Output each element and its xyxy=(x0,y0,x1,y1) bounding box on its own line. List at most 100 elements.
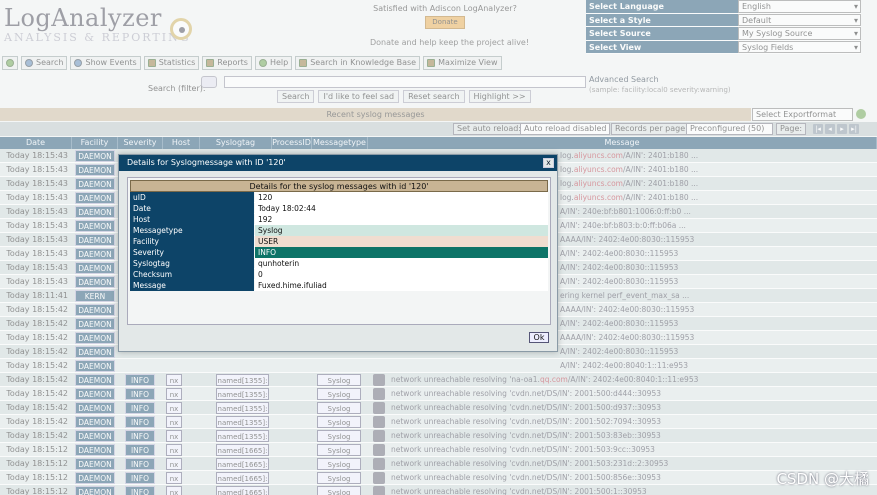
facility-badge[interactable]: DAEMON xyxy=(75,346,115,358)
export-icon[interactable] xyxy=(856,109,866,119)
row-message[interactable]: ering kernel perf_event_max_sa ... xyxy=(560,290,877,302)
source-select[interactable]: My Syslog Source xyxy=(738,27,861,40)
host-badge[interactable]: nx xyxy=(166,430,182,442)
message-details-icon[interactable] xyxy=(373,430,385,442)
style-select[interactable]: Default xyxy=(738,13,861,26)
facility-badge[interactable]: DAEMON xyxy=(75,360,115,372)
first-page-icon[interactable]: |◂ xyxy=(813,124,823,134)
facility-badge[interactable]: DAEMON xyxy=(75,206,115,218)
severity-badge[interactable]: INFO xyxy=(125,486,155,495)
col-date[interactable]: Date xyxy=(0,137,72,149)
maximize-view-button[interactable]: Maximize View xyxy=(423,56,502,70)
home-button[interactable] xyxy=(2,56,18,70)
prev-page-icon[interactable]: ◂ xyxy=(825,124,835,134)
show-events-button[interactable]: Show Events xyxy=(70,56,141,70)
col-host[interactable]: Host xyxy=(163,137,200,149)
row-message[interactable]: A/IN': 2402:4e00:8030::115953 xyxy=(560,262,877,274)
message-details-icon[interactable] xyxy=(373,472,385,484)
host-badge[interactable]: nx xyxy=(166,388,182,400)
severity-badge[interactable]: INFO xyxy=(125,472,155,484)
detail-value[interactable]: qunhoterin xyxy=(255,258,548,269)
facility-badge[interactable]: KERN xyxy=(75,290,115,302)
message-details-icon[interactable] xyxy=(373,374,385,386)
row-message[interactable]: A/IN': 2402:4e00:8030::115953 xyxy=(560,346,877,358)
row-message[interactable]: AAAA/IN': 2402:4e00:8030::115953 xyxy=(560,332,877,344)
message-details-icon[interactable] xyxy=(373,444,385,456)
col-processid[interactable]: ProcessID xyxy=(272,137,312,149)
row-message[interactable]: A/IN': 2402:4e00:8030::115953 xyxy=(560,276,877,288)
facility-badge[interactable]: DAEMON xyxy=(75,486,115,495)
col-facility[interactable]: Facility xyxy=(72,137,118,149)
facility-badge[interactable]: DAEMON xyxy=(75,192,115,204)
messagetype-badge[interactable]: Syslog xyxy=(317,458,361,470)
facility-badge[interactable]: DAEMON xyxy=(75,318,115,330)
table-row[interactable]: Today 18:15:42 DAEMON INFO nx named[1355]: Sy… xyxy=(0,387,877,401)
detail-value[interactable]: Today 18:02:44 xyxy=(255,203,548,214)
donate-button[interactable]: Donate xyxy=(425,16,465,29)
facility-badge[interactable]: DAEMON xyxy=(75,402,115,414)
language-select[interactable]: English xyxy=(738,0,861,13)
severity-badge[interactable]: INFO xyxy=(125,402,155,414)
syslogtag-badge[interactable]: named[1665]: xyxy=(216,444,269,456)
facility-badge[interactable]: DAEMON xyxy=(75,164,115,176)
table-row[interactable]: Today 18:15:12 DAEMON INFO nx named[1665]: Sy… xyxy=(0,457,877,471)
messagetype-badge[interactable]: Syslog xyxy=(317,430,361,442)
close-icon[interactable]: x xyxy=(543,158,554,168)
detail-value[interactable]: Fuxed.hime.ifuliad xyxy=(255,280,548,291)
logo[interactable]: LogAnalyzer ANALYSIS & REPORTING xyxy=(4,4,194,50)
highlight-button[interactable]: Highlight >> xyxy=(468,90,531,103)
row-message[interactable]: A/IN': 2402:4e00:8030::115953 xyxy=(560,248,877,260)
row-message[interactable]: log.aliyuncs.com/A/IN': 2401:b180 ... xyxy=(560,150,877,162)
host-badge[interactable]: nx xyxy=(166,402,182,414)
reports-button[interactable]: Reports xyxy=(202,56,252,70)
detail-value[interactable]: USER xyxy=(255,236,548,247)
facility-badge[interactable]: DAEMON xyxy=(75,276,115,288)
message-details-icon[interactable] xyxy=(373,388,385,400)
message-details-icon[interactable] xyxy=(373,486,385,495)
ok-button[interactable]: Ok xyxy=(529,332,549,343)
table-row[interactable]: Today 18:15:12 DAEMON INFO nx named[1665]: Sy… xyxy=(0,485,877,495)
row-message[interactable]: A/IN': 240e:bf:b803:b:0:ff:b06a ... xyxy=(560,220,877,232)
row-message[interactable]: A/IN': 2402:4e00:8030::115953 xyxy=(560,318,877,330)
autoreload-select[interactable]: Auto reload disabled xyxy=(520,123,611,135)
reset-search-button[interactable]: Reset search xyxy=(403,90,465,103)
export-format-select[interactable]: Select Exportformat xyxy=(752,108,853,121)
next-page-icon[interactable]: ▸ xyxy=(837,124,847,134)
facility-badge[interactable]: DAEMON xyxy=(75,374,115,386)
advanced-search-link[interactable]: Advanced Search xyxy=(589,75,731,84)
syslogtag-badge[interactable]: named[1355]: xyxy=(216,416,269,428)
row-message[interactable]: AAAA/IN': 2402:4e00:8030::115953 xyxy=(560,234,877,246)
facility-badge[interactable]: DAEMON xyxy=(75,178,115,190)
severity-badge[interactable]: INFO xyxy=(125,374,155,386)
detail-value[interactable]: INFO xyxy=(255,247,548,258)
col-severity[interactable]: Severity xyxy=(118,137,163,149)
feel-sad-button[interactable]: I'd like to feel sad xyxy=(318,90,400,103)
facility-badge[interactable]: DAEMON xyxy=(75,444,115,456)
facility-badge[interactable]: DAEMON xyxy=(75,458,115,470)
syslogtag-badge[interactable]: named[1665]: xyxy=(216,486,269,495)
host-badge[interactable]: nx xyxy=(166,444,182,456)
help-button[interactable]: Help xyxy=(254,56,293,70)
table-row[interactable]: Today 18:15:42 DAEMON A/IN': 2402:4e00:804… xyxy=(0,359,877,373)
messagetype-badge[interactable]: Syslog xyxy=(317,472,361,484)
message-details-icon[interactable] xyxy=(373,416,385,428)
message-details-icon[interactable] xyxy=(373,402,385,414)
view-select[interactable]: Syslog Fields xyxy=(738,40,861,53)
facility-badge[interactable]: DAEMON xyxy=(75,304,115,316)
facility-badge[interactable]: DAEMON xyxy=(75,416,115,428)
syslogtag-badge[interactable]: named[1355]: xyxy=(216,402,269,414)
severity-badge[interactable]: INFO xyxy=(125,444,155,456)
host-badge[interactable]: nx xyxy=(166,472,182,484)
row-message[interactable]: network unreachable resolving 'cvdn.net/… xyxy=(391,402,871,414)
facility-badge[interactable]: DAEMON xyxy=(75,220,115,232)
facility-badge[interactable]: DAEMON xyxy=(75,388,115,400)
col-messagetype[interactable]: Messagetype xyxy=(312,137,368,149)
messagetype-badge[interactable]: Syslog xyxy=(317,374,361,386)
row-message[interactable]: A/IN': 240e:bf:b801:1006:0:ff:b0 ... xyxy=(560,206,877,218)
facility-badge[interactable]: DAEMON xyxy=(75,430,115,442)
host-badge[interactable]: nx xyxy=(166,458,182,470)
messagetype-badge[interactable]: Syslog xyxy=(317,402,361,414)
search-options-icon[interactable] xyxy=(201,76,217,88)
syslogtag-badge[interactable]: named[1665]: xyxy=(216,472,269,484)
row-message[interactable]: network unreachable resolving 'cvdn.net/… xyxy=(391,444,871,456)
